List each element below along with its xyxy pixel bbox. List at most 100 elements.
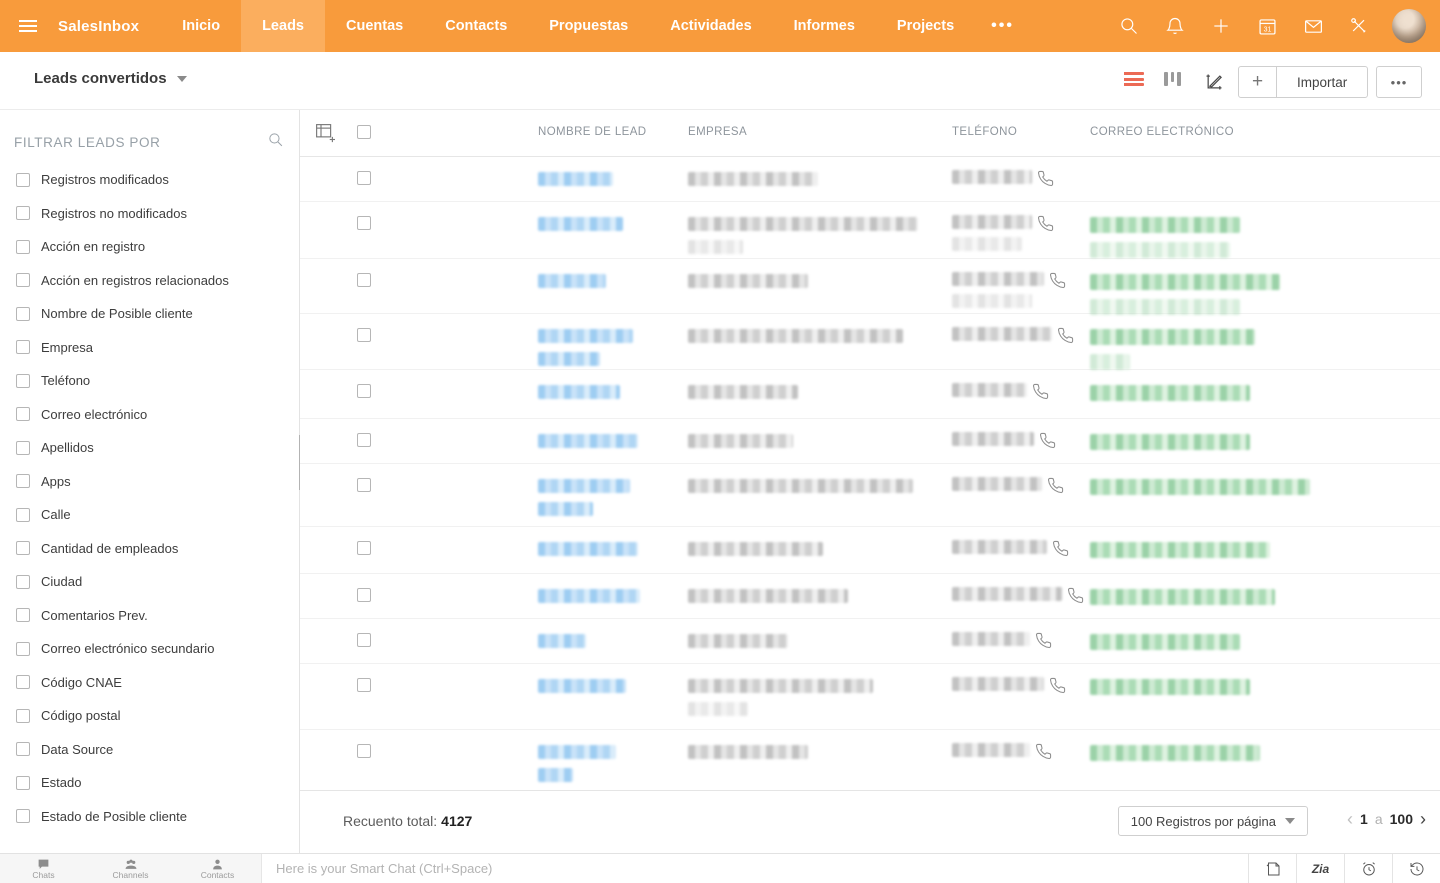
- filter-item[interactable]: Estado de Posible cliente: [16, 809, 229, 824]
- phone-icon[interactable]: [1037, 215, 1054, 237]
- filter-item[interactable]: Data Source: [16, 742, 229, 757]
- phone-icon[interactable]: [1035, 632, 1052, 654]
- filter-item[interactable]: Estado: [16, 775, 229, 790]
- filter-item[interactable]: Teléfono: [16, 373, 229, 388]
- filter-checkbox[interactable]: [16, 809, 30, 823]
- filter-checkbox[interactable]: [16, 709, 30, 723]
- list-view-icon[interactable]: [1124, 72, 1146, 90]
- column-header[interactable]: EMPRESA: [688, 126, 747, 138]
- phone-icon[interactable]: [1047, 477, 1064, 499]
- table-row[interactable]: [300, 370, 1440, 419]
- filter-item[interactable]: Calle: [16, 507, 229, 522]
- nav-item-cuentas[interactable]: Cuentas: [325, 0, 424, 52]
- row-checkbox[interactable]: [357, 633, 371, 647]
- filter-item[interactable]: Cantidad de empleados: [16, 541, 229, 556]
- phone-icon[interactable]: [1052, 540, 1069, 562]
- row-checkbox[interactable]: [357, 216, 371, 230]
- custom-view-icon[interactable]: [1204, 72, 1226, 90]
- filter-item[interactable]: Acción en registros relacionados: [16, 273, 229, 288]
- calendar-icon[interactable]: 31: [1248, 7, 1286, 45]
- filter-checkbox[interactable]: [16, 240, 30, 254]
- hamburger-menu-icon[interactable]: [0, 0, 56, 52]
- filter-item[interactable]: Correo electrónico secundario: [16, 641, 229, 656]
- lead-name-link[interactable]: [538, 217, 623, 231]
- note-icon[interactable]: [1248, 854, 1296, 883]
- filter-item[interactable]: Correo electrónico: [16, 407, 229, 422]
- records-per-page-dropdown[interactable]: 100 Registros por página: [1118, 806, 1308, 836]
- new-record-button[interactable]: +: [1239, 67, 1277, 97]
- table-row[interactable]: [300, 157, 1440, 202]
- kanban-view-icon[interactable]: [1164, 72, 1186, 90]
- filter-checkbox[interactable]: [16, 474, 30, 488]
- column-header[interactable]: NOMBRE DE LEAD: [538, 126, 646, 138]
- lead-name-link[interactable]: [538, 542, 638, 556]
- table-row[interactable]: [300, 527, 1440, 574]
- nav-item-contacts[interactable]: Contacts: [424, 0, 528, 52]
- add-column-icon[interactable]: [314, 122, 335, 148]
- lead-name-link[interactable]: [538, 479, 630, 516]
- filter-item[interactable]: Registros no modificados: [16, 206, 229, 221]
- chat-tab-contacts[interactable]: Contacts: [174, 854, 261, 883]
- lead-name-link[interactable]: [538, 385, 620, 399]
- filter-item[interactable]: Empresa: [16, 340, 229, 355]
- filter-checkbox[interactable]: [16, 374, 30, 388]
- row-checkbox[interactable]: [357, 171, 371, 185]
- app-brand[interactable]: SalesInbox: [56, 0, 161, 52]
- table-row[interactable]: [300, 464, 1440, 527]
- filter-item[interactable]: Apellidos: [16, 440, 229, 455]
- row-checkbox[interactable]: [357, 384, 371, 398]
- nav-item-leads[interactable]: Leads: [241, 0, 325, 52]
- row-checkbox[interactable]: [357, 678, 371, 692]
- row-checkbox[interactable]: [357, 541, 371, 555]
- filter-item[interactable]: Apps: [16, 474, 229, 489]
- filter-checkbox[interactable]: [16, 742, 30, 756]
- table-row[interactable]: [300, 314, 1440, 370]
- search-icon[interactable]: [1110, 7, 1148, 45]
- filter-item[interactable]: Registros modificados: [16, 172, 229, 187]
- lead-name-link[interactable]: [538, 172, 613, 186]
- view-selector[interactable]: Leads convertidos: [34, 70, 187, 87]
- filter-checkbox[interactable]: [16, 675, 30, 689]
- filter-item[interactable]: Ciudad: [16, 574, 229, 589]
- zia-icon[interactable]: Zia: [1296, 854, 1344, 883]
- phone-icon[interactable]: [1057, 327, 1074, 349]
- mail-icon[interactable]: [1294, 7, 1332, 45]
- lead-name-link[interactable]: [538, 679, 626, 693]
- table-row[interactable]: [300, 730, 1440, 792]
- alarm-icon[interactable]: [1344, 854, 1392, 883]
- filter-checkbox[interactable]: [16, 608, 30, 622]
- table-row[interactable]: [300, 259, 1440, 314]
- chat-tab-channels[interactable]: Channels: [87, 854, 174, 883]
- filter-checkbox[interactable]: [16, 575, 30, 589]
- filter-checkbox[interactable]: [16, 508, 30, 522]
- nav-item-actividades[interactable]: Actividades: [649, 0, 772, 52]
- lead-name-link[interactable]: [538, 329, 633, 366]
- filter-checkbox[interactable]: [16, 642, 30, 656]
- add-plus-icon[interactable]: [1202, 7, 1240, 45]
- filter-checkbox[interactable]: [16, 441, 30, 455]
- phone-icon[interactable]: [1035, 743, 1052, 765]
- row-checkbox[interactable]: [357, 744, 371, 758]
- phone-icon[interactable]: [1032, 383, 1049, 405]
- filter-item[interactable]: Nombre de Posible cliente: [16, 306, 229, 321]
- table-row[interactable]: [300, 574, 1440, 619]
- next-page-button[interactable]: ›: [1420, 812, 1426, 826]
- nav-item-informes[interactable]: Informes: [773, 0, 876, 52]
- row-checkbox[interactable]: [357, 588, 371, 602]
- filter-item[interactable]: Comentarios Prev.: [16, 608, 229, 623]
- filter-item[interactable]: Código CNAE: [16, 675, 229, 690]
- filter-checkbox[interactable]: [16, 541, 30, 555]
- table-row[interactable]: [300, 202, 1440, 259]
- phone-icon[interactable]: [1049, 272, 1066, 294]
- row-checkbox[interactable]: [357, 433, 371, 447]
- filter-checkbox[interactable]: [16, 307, 30, 321]
- table-row[interactable]: [300, 419, 1440, 464]
- notifications-bell-icon[interactable]: [1156, 7, 1194, 45]
- filter-checkbox[interactable]: [16, 407, 30, 421]
- filter-checkbox[interactable]: [16, 206, 30, 220]
- column-header[interactable]: TELÉFONO: [952, 126, 1017, 138]
- tools-icon[interactable]: [1340, 7, 1378, 45]
- filter-checkbox[interactable]: [16, 273, 30, 287]
- table-row[interactable]: [300, 619, 1440, 664]
- history-icon[interactable]: [1392, 854, 1440, 883]
